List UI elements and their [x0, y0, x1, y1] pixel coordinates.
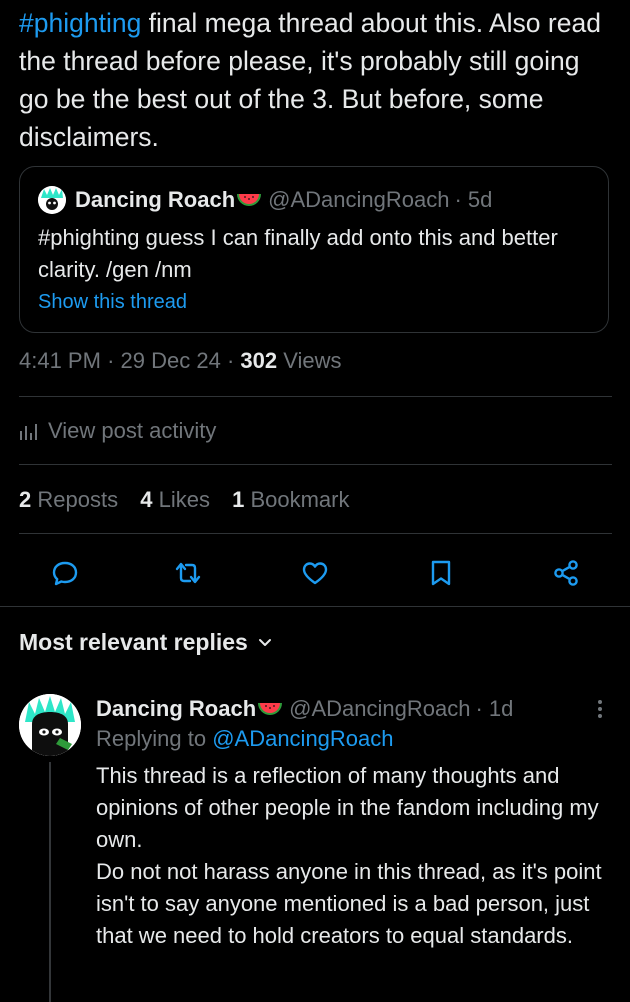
replying-to: Replying to @ADancingRoach	[96, 726, 394, 752]
views-count: 302	[240, 348, 278, 373]
replying-to-label: Replying to	[96, 726, 213, 751]
reply-display-name[interactable]: Dancing Roach	[96, 696, 256, 722]
reply-paragraph: This thread is a reflection of many thou…	[96, 763, 599, 852]
bookmark-button[interactable]	[424, 556, 458, 590]
post-date[interactable]: 29 Dec 24	[121, 348, 221, 373]
reply-avatar[interactable]	[19, 694, 81, 756]
like-icon	[302, 562, 328, 585]
replies-sort-label: Most relevant replies	[19, 629, 248, 655]
post-metadata: 4:41 PM · 29 Dec 24 · 302 Views	[19, 348, 342, 374]
divider	[19, 533, 612, 534]
like-button[interactable]	[298, 556, 332, 590]
reply-paragraph: Do not not harass anyone in this thread,…	[96, 859, 602, 948]
quoted-avatar-image	[38, 186, 66, 214]
meta-separator: ·	[107, 348, 115, 373]
quoted-avatar[interactable]	[38, 186, 66, 214]
meta-separator-2: ·	[226, 348, 235, 373]
engagement-stats: 2 Reposts 4 Likes 1 Bookmark	[19, 487, 366, 513]
more-vertical-icon	[598, 700, 602, 718]
views-label: Views	[283, 348, 342, 373]
reply-text: This thread is a reflection of many thou…	[96, 760, 616, 952]
share-icon	[554, 560, 578, 586]
likes-count: 4	[140, 487, 153, 512]
repost-button[interactable]	[171, 556, 205, 590]
more-options-button[interactable]	[590, 696, 610, 722]
reply-header: Dancing Roach @ADancingRoach · 1d	[96, 694, 513, 724]
bookmarks-stat[interactable]: 1 Bookmark	[232, 487, 349, 512]
post-hashtag-link[interactable]: #phighting	[19, 8, 141, 38]
reply-icon	[52, 561, 78, 586]
bookmarks-count: 1	[232, 487, 245, 512]
bookmarks-label: Bookmark	[250, 487, 350, 512]
reply-button[interactable]	[48, 556, 82, 590]
repost-icon	[175, 562, 201, 584]
watermelon-emoji-icon	[258, 703, 283, 715]
view-post-activity-label: View post activity	[48, 418, 217, 443]
reposts-count: 2	[19, 487, 32, 512]
replies-sort-dropdown[interactable]: Most relevant replies	[19, 629, 273, 656]
likes-label: Likes	[158, 487, 210, 512]
quoted-post-header: Dancing Roach @ADancingRoach · 5d	[38, 185, 492, 215]
share-button[interactable]	[549, 556, 583, 590]
quoted-timestamp: · 5d	[454, 187, 493, 212]
reposts-label: Reposts	[37, 487, 119, 512]
replying-to-handle-link[interactable]: @ADancingRoach	[212, 726, 393, 751]
reply-avatar-image	[19, 694, 81, 756]
divider	[0, 606, 630, 607]
quoted-post[interactable]: Dancing Roach @ADancingRoach · 5d #phigh…	[19, 166, 609, 333]
divider	[19, 464, 612, 465]
thread-line	[49, 762, 51, 1002]
quoted-text: #phighting guess I can finally add onto …	[38, 225, 558, 282]
reposts-stat[interactable]: 2 Reposts	[19, 487, 118, 512]
quoted-display-name[interactable]: Dancing Roach	[75, 187, 235, 213]
bookmark-icon	[431, 560, 451, 586]
reply-timestamp: · 1d	[475, 696, 514, 721]
watermelon-emoji-icon	[237, 194, 262, 206]
view-post-activity-button[interactable]: View post activity	[19, 418, 216, 444]
quoted-handle[interactable]: @ADancingRoach	[268, 187, 449, 213]
divider	[19, 396, 612, 397]
show-this-thread-link[interactable]: Show this thread	[38, 291, 187, 314]
reply-handle[interactable]: @ADancingRoach	[289, 696, 470, 722]
analytics-icon	[20, 424, 37, 440]
post-time[interactable]: 4:41 PM	[19, 348, 101, 373]
post-action-bar	[0, 552, 630, 592]
post-text: #phighting final mega thread about this.…	[19, 4, 615, 156]
likes-stat[interactable]: 4 Likes	[140, 487, 210, 512]
chevron-down-icon	[258, 638, 271, 646]
